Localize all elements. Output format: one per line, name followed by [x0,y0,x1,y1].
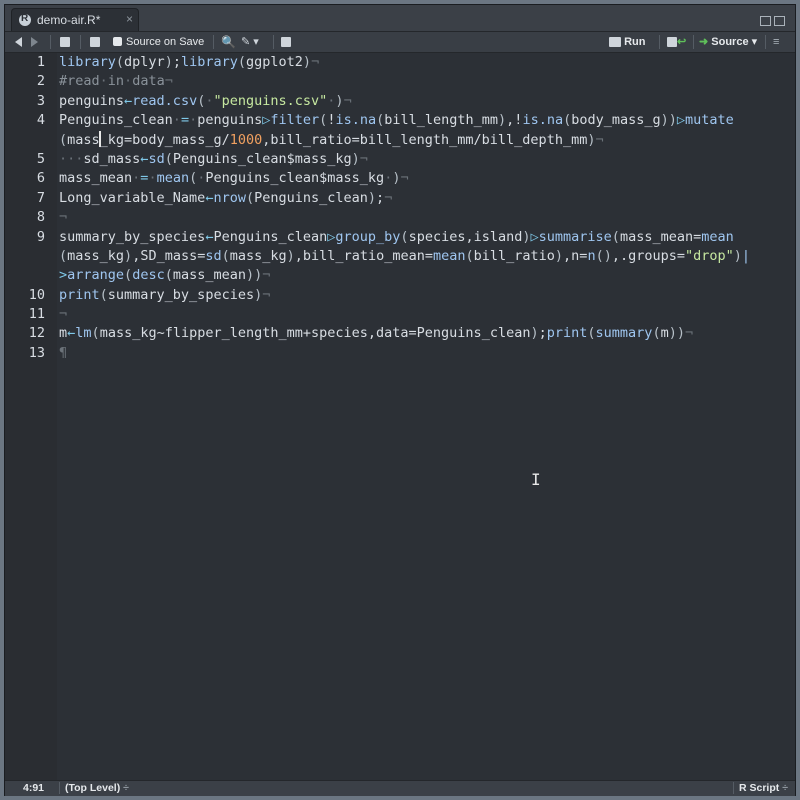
line-number: 8 [36,209,45,226]
source-on-save-checkbox[interactable]: Source on Save [113,35,204,49]
source-arrow-icon: ➜ [699,36,709,48]
filetype-selector[interactable]: R Script ÷ [739,782,788,794]
search-icon[interactable]: 🔍 [221,35,236,49]
forward-arrow-icon[interactable] [31,35,38,49]
line-number: 1 [36,54,45,70]
line-number: 9 [36,228,45,245]
checkbox-icon [113,37,122,46]
line-number: 10 [28,286,45,303]
line-number: 6 [36,170,45,187]
tab-demo-air[interactable]: demo-air.R* × [11,8,139,31]
code-editor[interactable]: library(dplyr);library(ggplot2)¬ #read·i… [57,53,795,780]
line-number: 2 [36,73,45,90]
source-button[interactable]: ➜ Source ▾ [699,35,757,49]
code-line: (mass_kg=body_mass_g/1000,bill_ratio=bil… [59,130,604,148]
status-bar: 4:91 (Top Level) ÷ R Script ÷ [5,780,795,796]
tab-title: demo-air.R* [37,13,101,27]
code-line: mass_mean·=·mean(·Penguins_clean$mass_kg… [59,170,409,187]
editor-toolbar: Source on Save 🔍 ✎ ▾ Run ↩ ➜ Source ▾ ≡ [5,32,795,53]
save-icon[interactable] [90,35,100,49]
magic-wand-icon[interactable]: ✎ ▾ [241,35,259,49]
text-cursor [98,130,101,147]
scope-selector[interactable]: (Top Level) ÷ [65,782,129,794]
outline-menu-icon[interactable]: ≡ [773,35,779,49]
code-line: ···sd_mass←sd(Penguins_clean$mass_kg)¬ [59,150,368,167]
code-line: m←lm(mass_kg~flipper_length_mm+species,d… [59,325,694,342]
source-on-save-label: Source on Save [126,36,205,48]
rerun-icon[interactable]: ↩ [667,35,686,49]
r-file-icon [19,13,31,26]
code-line: library(dplyr);library(ggplot2)¬ [59,54,320,70]
line-number: 4 [36,112,45,129]
line-number: 13 [28,344,45,361]
code-line: penguins←read.csv(·"penguins.csv"·)¬ [59,92,352,109]
code-line: ¬ [59,209,68,226]
cursor-position: 4:91 [23,782,45,794]
source-dropdown-caret[interactable]: ▾ [752,36,758,48]
compile-report-icon[interactable] [281,35,291,49]
code-line: #read·in·data¬ [59,73,173,90]
window-controls [757,13,785,27]
code-line: ¬ [59,306,68,322]
line-number: 7 [36,189,45,206]
scope-caret-icon: ÷ [123,782,129,794]
line-number: 5 [36,150,45,167]
run-button[interactable]: Run [609,35,645,49]
tab-bar: demo-air.R* × [5,5,795,32]
show-in-window-icon[interactable] [60,35,70,49]
line-number: 3 [36,92,45,109]
editor-window: demo-air.R* × Source on Save 🔍 ✎ ▾ Run ↩… [4,4,796,796]
code-line: ¶ [59,344,68,361]
line-number-gutter: 1 2 3 4 5 6 7 8 9 10 11 12 13 [5,53,57,780]
back-arrow-icon[interactable] [15,35,22,49]
line-number: 12 [28,325,45,342]
code-line: print(summary_by_species)¬ [59,286,271,303]
minimize-pane-icon[interactable] [760,15,771,26]
code-line: >arrange(desc(mass_mean))¬ [59,267,271,284]
filetype-caret-icon: ÷ [782,782,788,794]
code-line: (mass_kg),SD_mass=sd(mass_kg),bill_ratio… [59,247,751,264]
mouse-ibeam-cursor-icon: I [531,470,541,489]
maximize-pane-icon[interactable] [774,15,785,26]
line-number: 11 [28,306,45,322]
code-line: Long_variable_Name←nrow(Penguins_clean);… [59,189,393,206]
code-line: summary_by_species←Penguins_clean▷group_… [59,228,734,245]
code-line: Penguins_clean·=·penguins▷filter(!is.na(… [59,112,734,129]
run-icon [609,37,621,48]
tab-close-icon[interactable]: × [126,12,133,26]
